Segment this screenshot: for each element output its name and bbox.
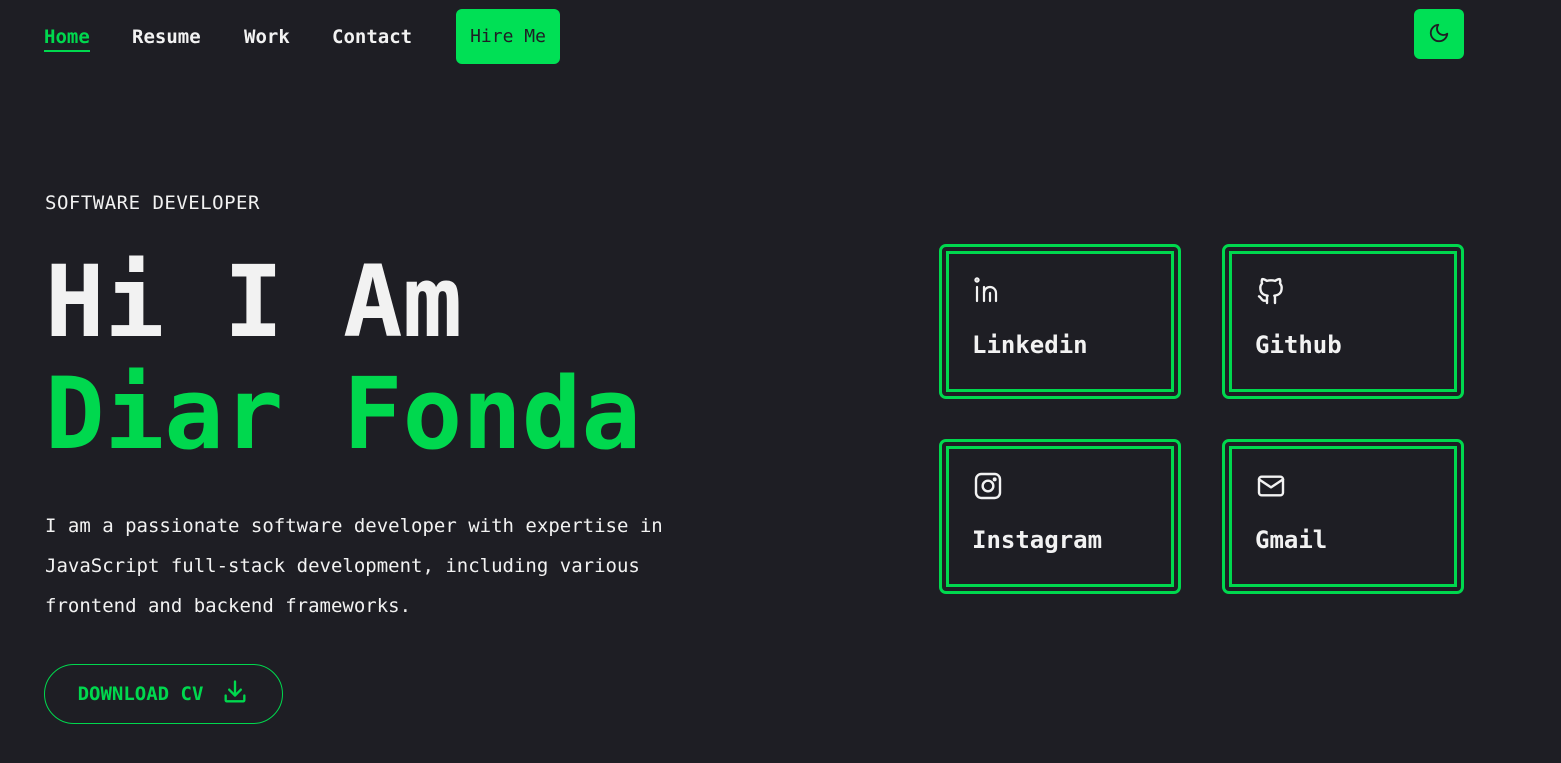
social-card-label: Instagram bbox=[972, 526, 1103, 554]
social-card-linkedin[interactable]: Linkedin bbox=[939, 244, 1181, 399]
social-card-label: Gmail bbox=[1255, 526, 1328, 554]
nav-link-contact[interactable]: Contact bbox=[332, 24, 412, 50]
mail-icon bbox=[1255, 470, 1287, 502]
linkedin-icon bbox=[972, 275, 1004, 307]
greeting-heading: Hi I Am bbox=[45, 245, 463, 360]
social-card-label: Linkedin bbox=[972, 331, 1088, 359]
moon-icon bbox=[1428, 22, 1450, 47]
download-cv-button[interactable]: DOWNLOAD CV bbox=[44, 664, 283, 724]
name-heading: Diar Fonda bbox=[45, 357, 642, 472]
social-card-label: Github bbox=[1255, 331, 1342, 359]
download-cv-label: DOWNLOAD CV bbox=[77, 683, 204, 705]
instagram-icon bbox=[972, 470, 1004, 502]
social-card-instagram[interactable]: Instagram bbox=[939, 439, 1181, 594]
card-inner-border bbox=[1229, 446, 1457, 587]
hire-me-button[interactable]: Hire Me bbox=[456, 9, 560, 64]
card-inner-border bbox=[946, 251, 1174, 392]
social-card-github[interactable]: Github bbox=[1222, 244, 1464, 399]
download-icon bbox=[221, 678, 249, 711]
nav-link-resume[interactable]: Resume bbox=[132, 24, 201, 50]
bio-paragraph: I am a passionate software developer wit… bbox=[45, 515, 663, 617]
social-card-gmail[interactable]: Gmail bbox=[1222, 439, 1464, 594]
nav-link-home[interactable]: Home bbox=[44, 24, 90, 52]
theme-toggle-button[interactable] bbox=[1414, 9, 1464, 59]
card-inner-border bbox=[1229, 251, 1457, 392]
nav-link-work[interactable]: Work bbox=[244, 24, 290, 50]
card-inner-border bbox=[946, 446, 1174, 587]
role-subtitle: SOFTWARE DEVELOPER bbox=[45, 192, 260, 214]
github-icon bbox=[1255, 275, 1287, 307]
top-navigation: Home Resume Work Contact Hire Me bbox=[0, 0, 1561, 70]
